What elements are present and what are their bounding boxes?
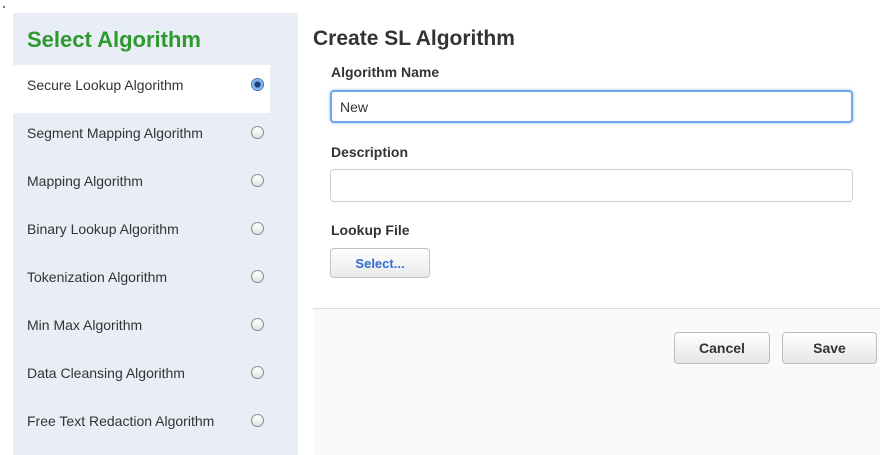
form-footer (313, 309, 880, 455)
algorithm-option-segment-mapping[interactable]: Segment Mapping Algorithm (13, 113, 270, 161)
radio-unselected-icon[interactable] (251, 126, 264, 139)
save-button[interactable]: Save (782, 332, 877, 364)
lookup-file-label: Lookup File (331, 222, 410, 238)
algorithm-option-data-cleansing[interactable]: Data Cleansing Algorithm (13, 353, 270, 401)
algorithm-option-label: Secure Lookup Algorithm (27, 77, 184, 93)
radio-unselected-icon[interactable] (251, 222, 264, 235)
algorithm-option-label: Free Text Redaction Algorithm (27, 413, 215, 429)
description-input[interactable] (330, 169, 853, 202)
algorithm-option-label: Binary Lookup Algorithm (27, 221, 179, 237)
corner-dot (3, 6, 5, 8)
cancel-button[interactable]: Cancel (674, 332, 770, 364)
radio-unselected-icon[interactable] (251, 366, 264, 379)
algorithm-sidebar: Select Algorithm Secure Lookup Algorithm… (13, 13, 298, 455)
algorithm-list: Secure Lookup Algorithm Segment Mapping … (13, 65, 298, 449)
radio-unselected-icon[interactable] (251, 414, 264, 427)
algorithm-option-label: Data Cleansing Algorithm (27, 365, 185, 381)
algorithm-name-label: Algorithm Name (331, 64, 440, 80)
radio-unselected-icon[interactable] (251, 270, 264, 283)
algorithm-option-label: Segment Mapping Algorithm (27, 125, 203, 141)
algorithm-option-label: Min Max Algorithm (27, 317, 143, 333)
algorithm-option-label: Mapping Algorithm (27, 173, 143, 189)
radio-selected-icon[interactable] (251, 78, 264, 91)
form-title: Create SL Algorithm (313, 27, 515, 50)
algorithm-option-tokenization[interactable]: Tokenization Algorithm (13, 257, 270, 305)
algorithm-option-secure-lookup[interactable]: Secure Lookup Algorithm (13, 65, 270, 113)
description-label: Description (331, 144, 409, 160)
algorithm-option-mapping[interactable]: Mapping Algorithm (13, 161, 270, 209)
algorithm-name-input[interactable] (330, 90, 853, 123)
radio-unselected-icon[interactable] (251, 318, 264, 331)
algorithm-option-min-max[interactable]: Min Max Algorithm (13, 305, 270, 353)
algorithm-option-label: Tokenization Algorithm (27, 269, 168, 285)
select-lookup-file-button[interactable]: Select... (330, 248, 430, 278)
algorithm-option-binary-lookup[interactable]: Binary Lookup Algorithm (13, 209, 270, 257)
algorithm-option-free-text-redaction[interactable]: Free Text Redaction Algorithm (13, 401, 270, 449)
radio-unselected-icon[interactable] (251, 174, 264, 187)
sidebar-title: Select Algorithm (27, 27, 201, 52)
